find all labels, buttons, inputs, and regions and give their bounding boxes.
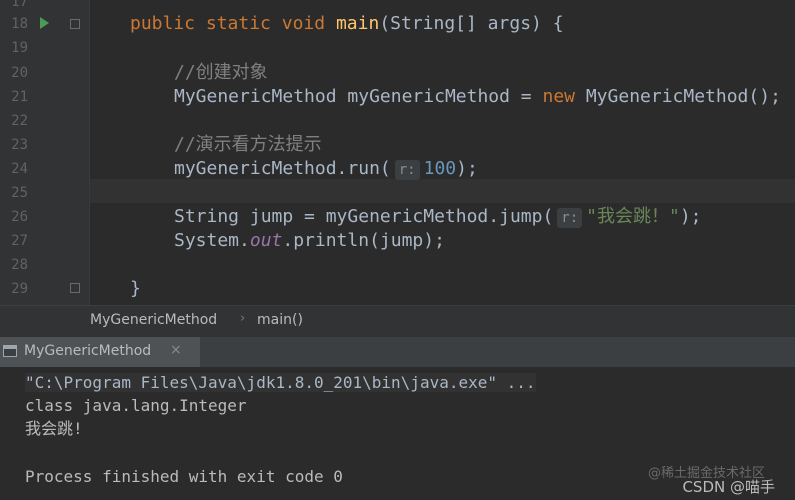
code-comment: //创建对象: [174, 62, 268, 83]
code-line-29: }: [130, 278, 141, 299]
fold-icon[interactable]: [70, 283, 80, 293]
code-line-26: String jump = myGenericMethod.jump(r: "我会…: [174, 206, 702, 228]
console-icon: [3, 345, 17, 357]
line-number: 24: [11, 161, 28, 177]
code-line-21: MyGenericMethod myGenericMethod = new My…: [174, 86, 781, 107]
line-number: 29: [11, 281, 28, 297]
breadcrumb: MyGenericMethod › main(): [0, 305, 795, 336]
line-number: 28: [11, 257, 28, 273]
run-tab[interactable]: MyGenericMethod ×: [0, 337, 200, 367]
run-gutter-icon[interactable]: [40, 17, 49, 29]
code-line-24: myGenericMethod.run(r: 100);: [174, 158, 478, 180]
code-editor[interactable]: 17 18 19 20 21 22 23 24 25 26 27 28 29 p…: [0, 0, 795, 305]
line-number: 18: [11, 16, 28, 32]
line-number: 27: [11, 233, 28, 249]
watermark-csdn: CSDN @喵手: [682, 478, 775, 496]
close-icon[interactable]: ×: [170, 342, 182, 358]
fold-icon[interactable]: [70, 19, 80, 29]
line-number: 23: [11, 137, 28, 153]
parameter-hint: r:: [394, 160, 420, 180]
breadcrumb-separator: ›: [240, 311, 246, 326]
line-number: 26: [11, 209, 28, 225]
console-output-line: class java.lang.Integer: [25, 396, 247, 415]
line-number: 25: [11, 185, 28, 201]
line-number: 21: [11, 89, 28, 105]
run-tool-window-header: MyGenericMethod ×: [0, 336, 795, 368]
console-exit-line: Process finished with exit code 0: [25, 467, 343, 486]
code-line-27: System.out.println(jump);: [174, 230, 445, 251]
breadcrumb-class[interactable]: MyGenericMethod: [90, 312, 217, 328]
line-number: 20: [11, 65, 28, 81]
console-output-line: 我会跳!: [25, 419, 83, 438]
code-comment: //演示看方法提示: [174, 134, 322, 155]
breadcrumb-method[interactable]: main(): [257, 312, 303, 328]
console-command-line[interactable]: "C:\Program Files\Java\jdk1.8.0_201\bin\…: [25, 372, 536, 394]
current-line-highlight: [0, 179, 795, 203]
line-number: 22: [11, 113, 28, 129]
gutter-separator: [89, 0, 90, 305]
parameter-hint: r:: [557, 208, 583, 228]
code-line-18: public static void main(String[] args) {: [130, 13, 564, 34]
line-number: 19: [11, 40, 28, 56]
run-tab-label: MyGenericMethod: [24, 343, 152, 359]
